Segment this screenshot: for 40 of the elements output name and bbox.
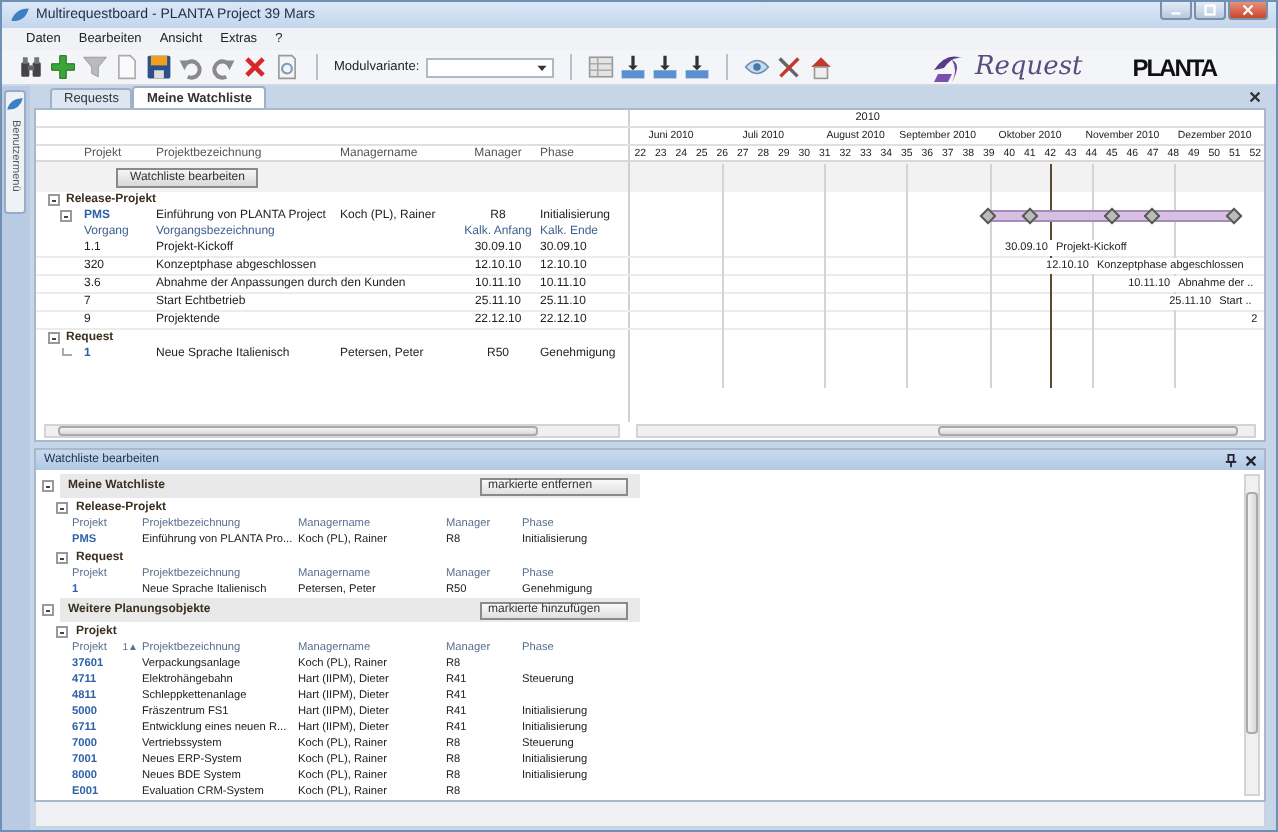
insert-row-icon[interactable] (619, 54, 646, 80)
binoculars-icon[interactable] (18, 54, 44, 80)
scrollbar-thumb[interactable] (58, 426, 538, 436)
undo-icon[interactable] (178, 54, 204, 80)
insert-row-icon[interactable] (651, 54, 678, 80)
app-icon (10, 5, 30, 25)
logo-text: PLANTA (1132, 53, 1216, 81)
minimize-button[interactable] (1160, 2, 1192, 20)
collapse-icon[interactable] (56, 502, 68, 514)
close-icon[interactable] (1248, 90, 1262, 104)
vertical-scrollbar[interactable] (1244, 474, 1260, 796)
eye-icon[interactable] (743, 54, 770, 80)
scrollbar-thumb[interactable] (938, 426, 1238, 436)
redo-icon[interactable] (210, 54, 236, 80)
logo-text: Request (974, 52, 1083, 82)
delete-icon[interactable] (242, 54, 268, 80)
collapse-icon[interactable] (42, 480, 54, 492)
horizontal-scrollbar[interactable] (636, 424, 1256, 438)
tools-icon[interactable] (775, 54, 802, 80)
collapse-icon[interactable] (56, 552, 68, 564)
caret-icon (535, 61, 548, 73)
collapse-icon[interactable] (56, 626, 68, 638)
close-icon[interactable] (1244, 453, 1258, 467)
collapse-icon[interactable] (48, 194, 60, 206)
horizontal-scrollbar[interactable] (44, 424, 620, 438)
pin-icon[interactable] (1224, 453, 1238, 467)
collapse-icon[interactable] (42, 604, 54, 616)
maximize-button[interactable] (1194, 2, 1226, 20)
add-icon[interactable] (50, 54, 76, 80)
collapse-icon[interactable] (60, 210, 72, 222)
save-icon[interactable] (146, 54, 172, 80)
app-icon (6, 96, 24, 114)
close-icon (1242, 4, 1254, 16)
house-icon[interactable] (807, 54, 834, 80)
close-button[interactable] (1228, 2, 1268, 20)
maximize-icon (1204, 4, 1216, 16)
preview-icon[interactable] (274, 54, 300, 80)
scrollbar-thumb[interactable] (1246, 492, 1258, 734)
insert-row-icon[interactable] (683, 54, 710, 80)
collapse-icon[interactable] (48, 332, 60, 344)
